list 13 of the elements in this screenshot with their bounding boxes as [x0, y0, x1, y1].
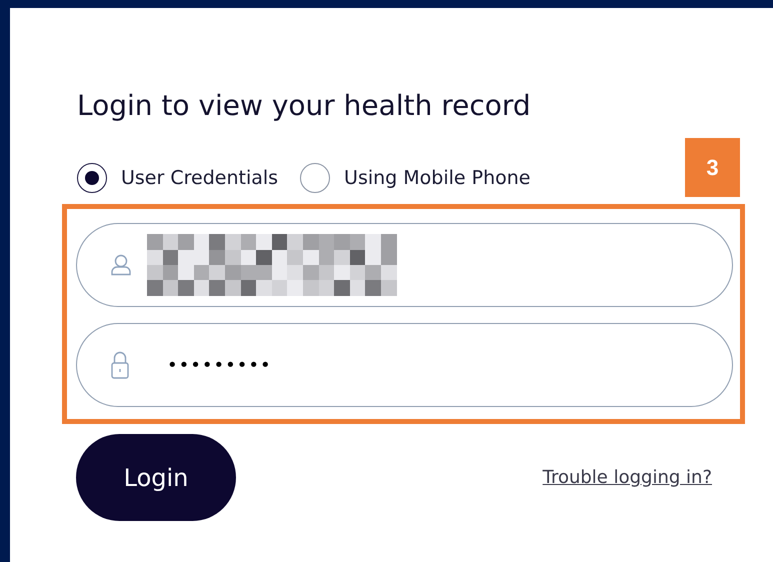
username-field[interactable] [76, 223, 733, 307]
radio-label[interactable]: User Credentials [121, 167, 278, 189]
annotation-badge: 3 [685, 138, 740, 197]
password-value: ••••••••• [167, 354, 272, 376]
radio-button[interactable] [77, 163, 107, 193]
user-icon [111, 254, 131, 276]
form-title: Login to view your health record [77, 88, 532, 124]
password-field[interactable]: ••••••••• [76, 323, 733, 407]
trouble-logging-in-link[interactable]: Trouble logging in? [542, 467, 712, 488]
lock-icon [111, 350, 129, 380]
radio-button[interactable] [300, 163, 330, 193]
login-button[interactable]: Login [76, 434, 236, 521]
radio-label[interactable]: Using Mobile Phone [344, 167, 530, 189]
